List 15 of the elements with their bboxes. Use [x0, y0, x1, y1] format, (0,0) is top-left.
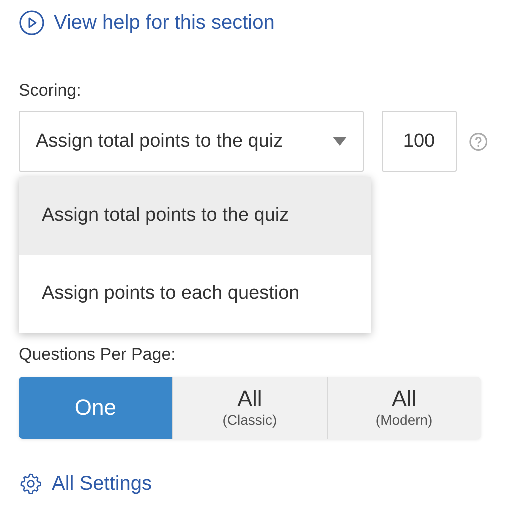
caret-icon: [332, 137, 347, 146]
help-icon[interactable]: [468, 132, 488, 152]
scoring-select[interactable]: Assign total points to the quiz: [19, 111, 364, 172]
dropdown-option[interactable]: Assign total points to the quiz: [19, 177, 371, 255]
segment-button[interactable]: All (Classic): [172, 377, 327, 439]
segment-button[interactable]: One: [19, 377, 172, 439]
segment-button[interactable]: All (Modern): [326, 377, 481, 439]
help-link[interactable]: View help for this section: [19, 10, 275, 36]
scoring-label: Scoring:: [19, 81, 82, 101]
settings-link[interactable]: All Settings: [19, 472, 152, 496]
points-field[interactable]: 100: [382, 111, 457, 172]
questions-per-page-label: Questions Per Page:: [19, 345, 177, 365]
gear-icon: [19, 472, 43, 496]
dropdown-option[interactable]: Assign points to each question: [19, 255, 371, 333]
play-icon: [19, 10, 45, 36]
